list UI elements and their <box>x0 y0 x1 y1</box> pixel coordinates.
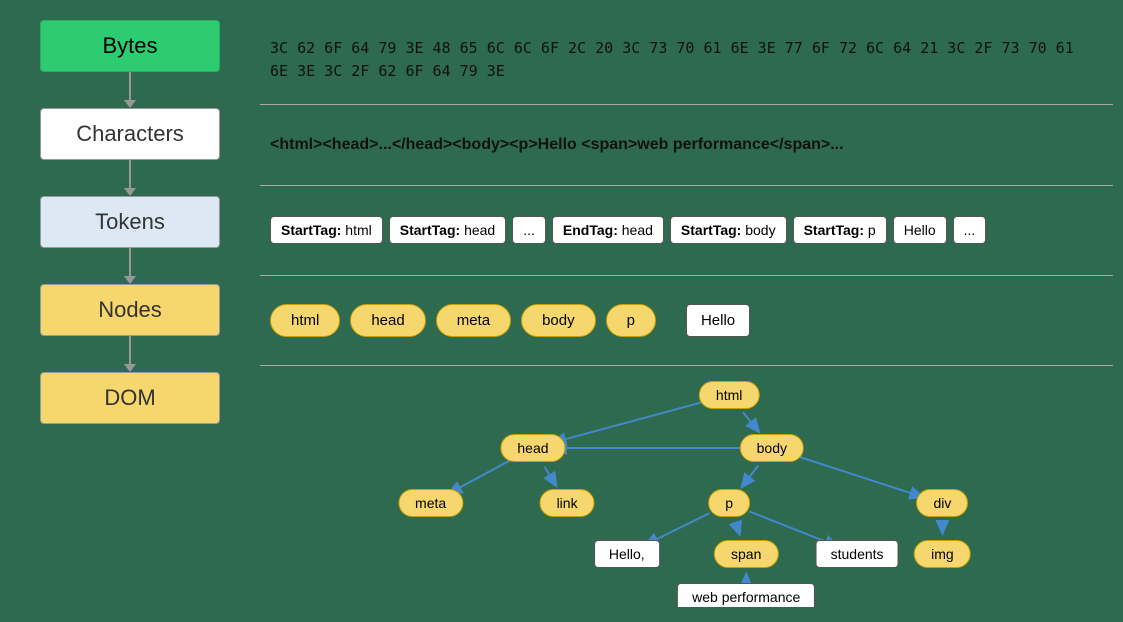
bytes-label: Bytes <box>102 33 157 58</box>
node-meta: meta <box>436 304 511 337</box>
tree-node-web-performance: web performance <box>677 583 815 607</box>
connector-1 <box>129 72 131 100</box>
chars-text-content: <html><head>...</head><body><p>Hello <sp… <box>270 136 844 153</box>
node-p: p <box>606 304 656 337</box>
token-starthtml: StartTag: html <box>270 216 383 244</box>
connector-3 <box>129 248 131 276</box>
tree-node-head: head <box>500 434 565 462</box>
stage-characters: Characters <box>40 108 220 160</box>
tree-node-body: body <box>740 434 804 462</box>
arrow-3 <box>124 276 136 284</box>
tree-node-img: img <box>914 540 971 568</box>
bytes-section: 3C 62 6F 64 79 3E 48 65 6C 6C 6F 2C 20 3… <box>260 15 1113 105</box>
dom-section: html head body meta link p div Hello, sp… <box>260 366 1113 607</box>
right-content: 3C 62 6F 64 79 3E 48 65 6C 6C 6F 2C 20 3… <box>260 10 1113 612</box>
tokens-label: Tokens <box>95 209 165 234</box>
node-html: html <box>270 304 340 337</box>
tree-node-p: p <box>708 489 750 517</box>
connector-4 <box>129 336 131 364</box>
nodes-section: html head meta body p Hello <box>260 276 1113 366</box>
arrow-1 <box>124 100 136 108</box>
tree-svg <box>260 366 1113 607</box>
tree-node-div: div <box>916 489 968 517</box>
tokens-section: StartTag: html StartTag: head ... EndTag… <box>260 186 1113 276</box>
main-container: Bytes Characters Tokens Nodes DOM 3C 62 … <box>0 0 1123 622</box>
node-hello-box: Hello <box>686 304 750 337</box>
token-startbody: StartTag: body <box>670 216 787 244</box>
token-hello: Hello <box>893 216 947 244</box>
connector-2 <box>129 160 131 188</box>
bytes-line1: 3C 62 6F 64 79 3E 48 65 6C 6C 6F 2C 20 3… <box>270 39 1074 57</box>
characters-label: Characters <box>76 121 184 146</box>
token-endhead: EndTag: head <box>552 216 664 244</box>
bytes-line2: 6E 3E 3C 2F 62 6F 64 79 3E <box>270 62 505 80</box>
token-starthead: StartTag: head <box>389 216 506 244</box>
stage-dom: DOM <box>40 372 220 424</box>
tree-node-link: link <box>540 489 595 517</box>
token-dots2: ... <box>953 216 987 244</box>
stage-nodes: Nodes <box>40 284 220 336</box>
arrow-2 <box>124 188 136 196</box>
arrow-4 <box>124 364 136 372</box>
chars-content: <html><head>...</head><body><p>Hello <sp… <box>270 136 844 154</box>
left-pipeline: Bytes Characters Tokens Nodes DOM <box>10 10 250 612</box>
token-startp: StartTag: p <box>793 216 887 244</box>
node-body: body <box>521 304 596 337</box>
tokens-row: StartTag: html StartTag: head ... EndTag… <box>270 216 986 244</box>
tree-node-span: span <box>714 540 778 568</box>
stage-bytes: Bytes <box>40 20 220 72</box>
bytes-content: 3C 62 6F 64 79 3E 48 65 6C 6C 6F 2C 20 3… <box>270 37 1074 82</box>
tree-node-meta: meta <box>398 489 463 517</box>
nodes-row: html head meta body p Hello <box>270 304 750 337</box>
tree-container: html head body meta link p div Hello, sp… <box>260 366 1113 607</box>
tree-node-students: students <box>816 540 899 568</box>
tree-node-html: html <box>699 381 759 409</box>
node-head: head <box>350 304 425 337</box>
dom-label: DOM <box>104 385 155 410</box>
stage-tokens: Tokens <box>40 196 220 248</box>
tree-node-hello-comma: Hello, <box>594 540 660 568</box>
characters-section: <html><head>...</head><body><p>Hello <sp… <box>260 105 1113 186</box>
nodes-label: Nodes <box>98 297 162 322</box>
token-dots1: ... <box>512 216 546 244</box>
